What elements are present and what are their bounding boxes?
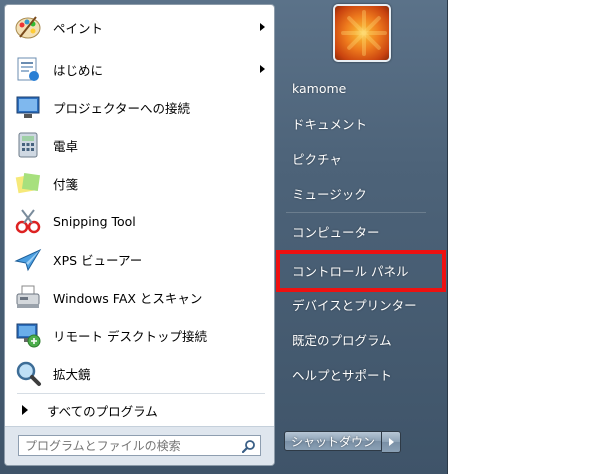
- shutdown-button[interactable]: シャットダウン: [284, 431, 383, 451]
- search-icon[interactable]: [241, 438, 256, 457]
- program-item-xps-viewer[interactable]: XPS ビューアー: [9, 241, 271, 277]
- submenu-arrow-icon: [260, 65, 265, 73]
- paint-palette-icon: [13, 12, 43, 42]
- calculator-icon: [13, 130, 43, 160]
- highlight-box: [276, 250, 446, 292]
- program-label: リモート デスクトップ接続: [53, 328, 207, 344]
- program-item-fax-scan[interactable]: Windows FAX とスキャン: [9, 279, 271, 315]
- program-item-snipping-tool[interactable]: Snipping Tool: [9, 203, 271, 239]
- user-folder-link[interactable]: kamome: [284, 76, 434, 100]
- divider: [286, 212, 426, 213]
- submenu-arrow-icon: [260, 23, 265, 31]
- program-label: XPS ビューアー: [53, 252, 143, 268]
- help-support-link[interactable]: ヘルプとサポート: [284, 362, 434, 386]
- documents-link[interactable]: ドキュメント: [284, 111, 434, 135]
- program-label: Windows FAX とスキャン: [53, 290, 203, 306]
- program-label: 付箋: [53, 176, 79, 192]
- xps-viewer-icon: [13, 244, 43, 274]
- search-input[interactable]: [19, 436, 235, 455]
- fax-icon: [13, 282, 43, 312]
- program-label: 電卓: [53, 138, 79, 154]
- program-item-remote-desktop[interactable]: リモート デスクトップ接続: [9, 317, 271, 353]
- divider: [17, 393, 265, 394]
- program-item-paint[interactable]: ペイント: [9, 9, 271, 45]
- devices-printers-link[interactable]: デバイスとプリンター: [284, 292, 434, 316]
- shutdown-group: シャットダウン: [284, 431, 402, 453]
- program-label: はじめに: [53, 62, 104, 78]
- program-item-magnifier[interactable]: 拡大鏡: [9, 355, 271, 391]
- program-item-projector[interactable]: プロジェクターへの接続: [9, 89, 271, 125]
- magnifier-icon: [13, 358, 43, 388]
- remote-desktop-icon: [13, 320, 43, 350]
- default-programs-link[interactable]: 既定のプログラム: [284, 327, 434, 351]
- program-item-calculator[interactable]: 電卓: [9, 127, 271, 163]
- projector-icon: [13, 92, 43, 122]
- search-area: [5, 426, 274, 465]
- program-label: 拡大鏡: [53, 366, 91, 382]
- program-item-getting-started[interactable]: はじめに: [9, 51, 271, 87]
- computer-link[interactable]: コンピューター: [284, 219, 434, 243]
- search-box[interactable]: [18, 435, 261, 456]
- programs-pane: ペイント はじめに プロジェクターへの接続 電卓 付箋 Snipping Too…: [4, 4, 275, 466]
- program-item-sticky-notes[interactable]: 付箋: [9, 165, 271, 201]
- program-label: プロジェクターへの接続: [53, 100, 191, 116]
- start-menu: ペイント はじめに プロジェクターへの接続 電卓 付箋 Snipping Too…: [0, 0, 448, 474]
- program-label: ペイント: [53, 20, 104, 36]
- pictures-link[interactable]: ピクチャ: [284, 146, 434, 170]
- user-avatar[interactable]: [333, 4, 391, 62]
- all-programs-button[interactable]: すべてのプログラム: [9, 397, 271, 423]
- all-programs-label: すべてのプログラム: [47, 403, 158, 419]
- getting-started-icon: [13, 54, 43, 84]
- scissors-icon: [13, 206, 43, 236]
- expand-arrow-icon: [22, 405, 28, 415]
- chevron-right-icon: [388, 438, 394, 446]
- shutdown-options-button[interactable]: [382, 431, 402, 453]
- sticky-notes-icon: [13, 168, 43, 198]
- music-link[interactable]: ミュージック: [284, 181, 434, 205]
- program-label: Snipping Tool: [53, 213, 136, 229]
